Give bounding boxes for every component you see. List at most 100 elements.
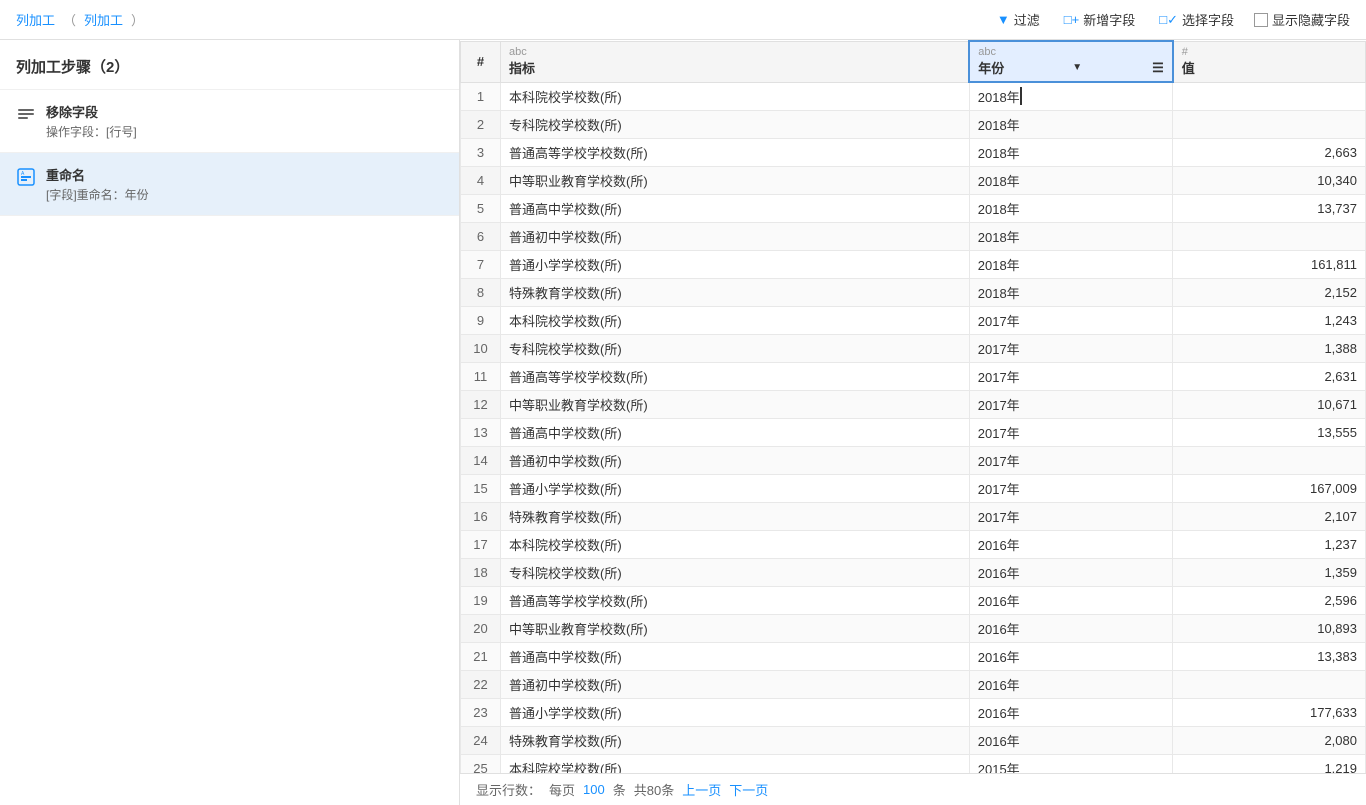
cell-index: 24 bbox=[461, 727, 501, 755]
cell-index: 20 bbox=[461, 615, 501, 643]
cell-indicator: 特殊教育学校数(所) bbox=[501, 503, 970, 531]
cursor bbox=[1020, 87, 1022, 105]
col-header-value[interactable]: # 值 bbox=[1173, 41, 1366, 82]
cell-value: 10,893 bbox=[1173, 615, 1366, 643]
cell-year: 2016年 bbox=[969, 615, 1172, 643]
cell-year: 2018年 bbox=[969, 139, 1172, 167]
show-hidden-toggle[interactable]: 显示隐藏字段 bbox=[1254, 10, 1350, 29]
table-row: 17本科院校学校数(所)2016年1,237 bbox=[461, 531, 1366, 559]
cell-year: 2016年 bbox=[969, 559, 1172, 587]
cell-value: 1,359 bbox=[1173, 559, 1366, 587]
cell-year: 2017年 bbox=[969, 447, 1172, 475]
cell-value bbox=[1173, 223, 1366, 251]
cell-value: 167,009 bbox=[1173, 475, 1366, 503]
toolbar: ▼ 过滤 □+ 新增字段 □✓ 选择字段 显示隐藏字段 bbox=[993, 8, 1350, 31]
cell-value: 2,152 bbox=[1173, 279, 1366, 307]
cell-value: 13,555 bbox=[1173, 419, 1366, 447]
breadcrumb-sep1: （ bbox=[63, 10, 76, 29]
cell-indicator: 特殊教育学校数(所) bbox=[501, 279, 970, 307]
table-row: 6普通初中学校数(所)2018年 bbox=[461, 223, 1366, 251]
cell-year: 2017年 bbox=[969, 307, 1172, 335]
table-header-row: # abc 指标 abc 年份 ▼ ☰ bbox=[461, 41, 1366, 82]
cell-value: 2,596 bbox=[1173, 587, 1366, 615]
breadcrumb-home[interactable]: 列加工 bbox=[16, 10, 55, 29]
table-row: 11普通高等学校学校数(所)2017年2,631 bbox=[461, 363, 1366, 391]
cell-value: 161,811 bbox=[1173, 251, 1366, 279]
cell-indicator: 普通高中学校数(所) bbox=[501, 643, 970, 671]
show-hidden-checkbox[interactable] bbox=[1254, 13, 1268, 27]
cell-value: 2,663 bbox=[1173, 139, 1366, 167]
table-body: 1本科院校学校数(所)2018年2专科院校学校数(所)2018年3普通高等学校学… bbox=[461, 82, 1366, 773]
cell-year: 2018年 bbox=[969, 195, 1172, 223]
col-year-menu-icon[interactable]: ☰ bbox=[1152, 60, 1164, 76]
cell-indicator: 普通高等学校学校数(所) bbox=[501, 139, 970, 167]
breadcrumb-sub[interactable]: 列加工 bbox=[84, 10, 123, 29]
cell-indicator: 普通初中学校数(所) bbox=[501, 671, 970, 699]
cell-indicator: 专科院校学校数(所) bbox=[501, 335, 970, 363]
cell-year: 2017年 bbox=[969, 503, 1172, 531]
select-field-button[interactable]: □✓ 选择字段 bbox=[1155, 8, 1238, 31]
table-container[interactable]: # abc 指标 abc 年份 ▼ ☰ bbox=[460, 40, 1366, 773]
cell-index: 1 bbox=[461, 82, 501, 111]
per-page-value[interactable]: 100 bbox=[583, 782, 605, 797]
cell-index: 14 bbox=[461, 447, 501, 475]
table-row: 21普通高中学校数(所)2016年13,383 bbox=[461, 643, 1366, 671]
cell-index: 25 bbox=[461, 755, 501, 774]
year-dropdown-arrow[interactable]: ▼ bbox=[1072, 62, 1082, 73]
step-item-rename[interactable]: A 重命名 [字段]重命名：年份 bbox=[0, 153, 459, 216]
table-row: 23普通小学学校数(所)2016年177,633 bbox=[461, 699, 1366, 727]
table-row: 18专科院校学校数(所)2016年1,359 bbox=[461, 559, 1366, 587]
step2-content: 重命名 [字段]重命名：年份 bbox=[46, 165, 443, 203]
col-value-type: # bbox=[1182, 46, 1357, 58]
main-layout: 列加工步骤（2） 移除字段 操作字段：[行号] bbox=[0, 40, 1366, 805]
cell-index: 5 bbox=[461, 195, 501, 223]
cell-value: 1,388 bbox=[1173, 335, 1366, 363]
select-field-label: 选择字段 bbox=[1182, 10, 1234, 29]
col-header-indicator[interactable]: abc 指标 bbox=[501, 41, 970, 82]
table-row: 20中等职业教育学校数(所)2016年10,893 bbox=[461, 615, 1366, 643]
cell-year: 2016年 bbox=[969, 727, 1172, 755]
data-table: # abc 指标 abc 年份 ▼ ☰ bbox=[460, 40, 1366, 773]
show-rows-label: 显示行数： bbox=[476, 780, 541, 799]
per-page-label: 每页 bbox=[549, 780, 575, 799]
cell-index: 19 bbox=[461, 587, 501, 615]
prev-page-button[interactable]: 上一页 bbox=[682, 780, 721, 799]
per-page-suffix: 条 bbox=[613, 780, 626, 799]
cell-indicator: 普通小学学校数(所) bbox=[501, 699, 970, 727]
cell-index: 18 bbox=[461, 559, 501, 587]
step1-desc: 操作字段：[行号] bbox=[46, 123, 443, 140]
cell-indicator: 本科院校学校数(所) bbox=[501, 531, 970, 559]
col-value-label: 值 bbox=[1182, 58, 1357, 77]
next-page-button[interactable]: 下一页 bbox=[729, 780, 768, 799]
cell-value: 177,633 bbox=[1173, 699, 1366, 727]
col-header-year[interactable]: abc 年份 ▼ ☰ bbox=[969, 41, 1172, 82]
cell-year: 2017年 bbox=[969, 475, 1172, 503]
add-field-button[interactable]: □+ 新增字段 bbox=[1060, 8, 1139, 31]
cell-indicator: 特殊教育学校数(所) bbox=[501, 727, 970, 755]
table-row: 24特殊教育学校数(所)2016年2,080 bbox=[461, 727, 1366, 755]
cell-index: 8 bbox=[461, 279, 501, 307]
table-row: 14普通初中学校数(所)2017年 bbox=[461, 447, 1366, 475]
cell-indicator: 专科院校学校数(所) bbox=[501, 111, 970, 139]
filter-icon: ▼ bbox=[997, 12, 1010, 27]
cell-indicator: 普通初中学校数(所) bbox=[501, 223, 970, 251]
table-row: 15普通小学学校数(所)2017年167,009 bbox=[461, 475, 1366, 503]
step1-name: 移除字段 bbox=[46, 102, 443, 121]
table-row: 16特殊教育学校数(所)2017年2,107 bbox=[461, 503, 1366, 531]
rename-icon: A bbox=[16, 167, 36, 187]
table-row: 2专科院校学校数(所)2018年 bbox=[461, 111, 1366, 139]
cell-index: 4 bbox=[461, 167, 501, 195]
cell-index: 16 bbox=[461, 503, 501, 531]
step2-name: 重命名 bbox=[46, 165, 443, 184]
sidebar: 列加工步骤（2） 移除字段 操作字段：[行号] bbox=[0, 40, 460, 805]
cell-index: 23 bbox=[461, 699, 501, 727]
step-item-remove[interactable]: 移除字段 操作字段：[行号] bbox=[0, 90, 459, 153]
table-row: 22普通初中学校数(所)2016年 bbox=[461, 671, 1366, 699]
cell-indicator: 中等职业教育学校数(所) bbox=[501, 167, 970, 195]
breadcrumb-area: 列加工 （ 列加工 ） bbox=[16, 10, 148, 29]
cell-indicator: 普通初中学校数(所) bbox=[501, 447, 970, 475]
cell-value: 2,631 bbox=[1173, 363, 1366, 391]
cell-indicator: 普通高等学校学校数(所) bbox=[501, 363, 970, 391]
cell-value: 2,107 bbox=[1173, 503, 1366, 531]
filter-button[interactable]: ▼ 过滤 bbox=[993, 8, 1044, 31]
